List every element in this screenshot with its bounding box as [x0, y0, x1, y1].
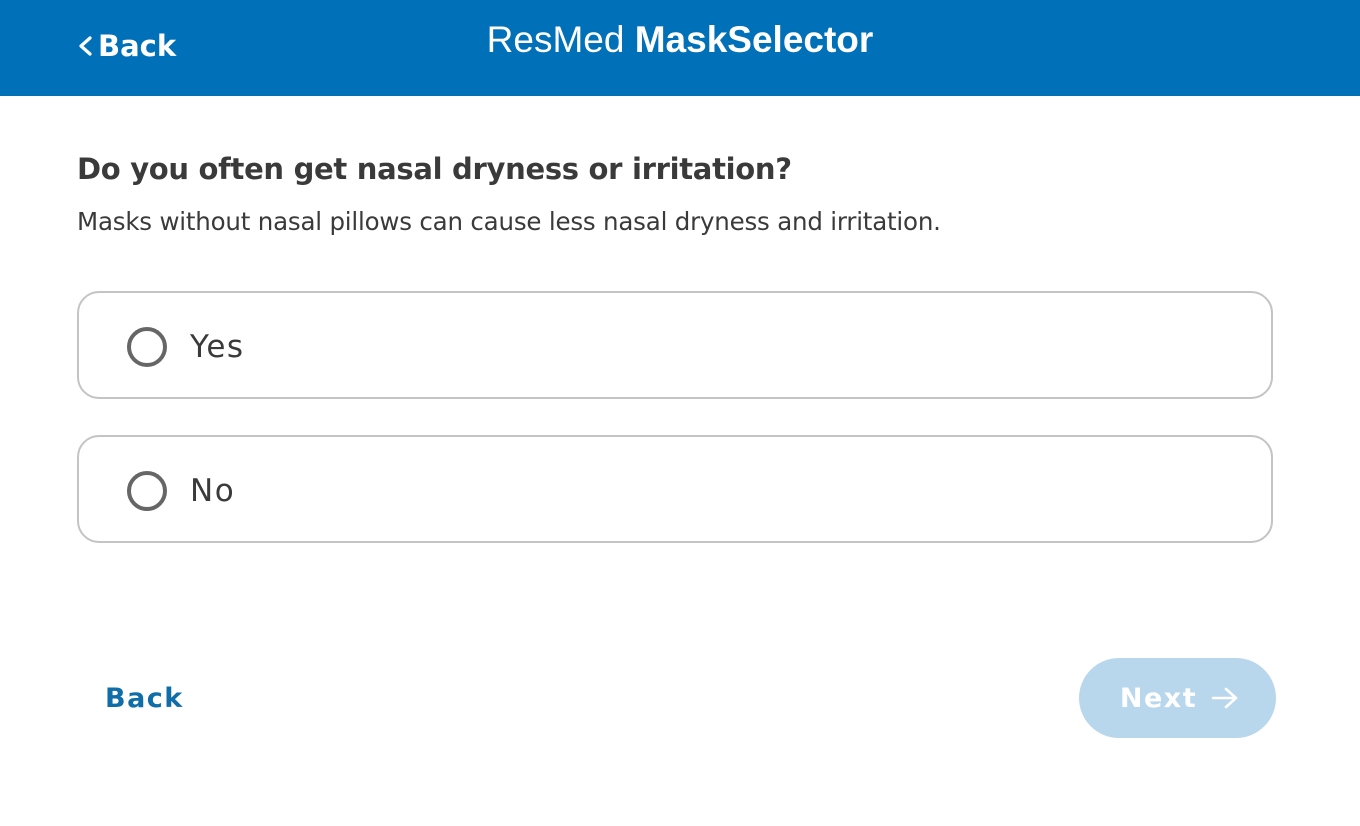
radio-button[interactable] [127, 327, 167, 367]
next-label: Next [1119, 682, 1198, 714]
next-button[interactable]: Next [1079, 658, 1276, 738]
app-title: ResMed MaskSelector [0, 18, 1360, 62]
radio-button[interactable] [127, 471, 167, 511]
question-title: Do you often get nasal dryness or irrita… [77, 152, 792, 186]
footer-back-button[interactable]: Back [105, 680, 184, 718]
product-name: MaskSelector [634, 19, 874, 60]
option-yes[interactable]: Yes [77, 291, 1273, 399]
option-label: No [190, 473, 236, 509]
arrow-right-icon [1211, 687, 1238, 709]
question-hint: Masks without nasal pillows can cause le… [77, 207, 941, 236]
app-header: Back ResMed MaskSelector [0, 0, 1360, 96]
option-label: Yes [190, 329, 245, 365]
brand-name: ResMed [486, 19, 625, 60]
option-no[interactable]: No [77, 435, 1273, 543]
